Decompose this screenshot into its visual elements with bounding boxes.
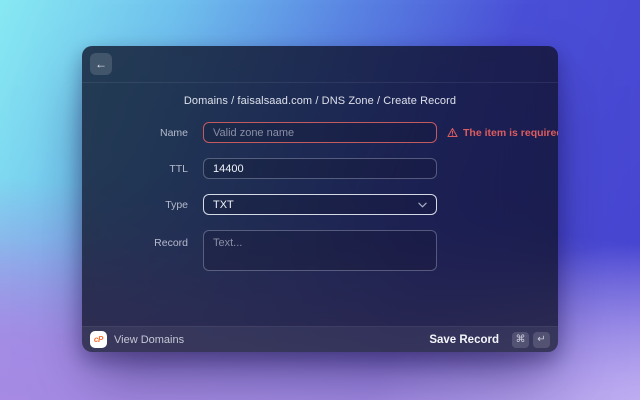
- type-field-row: Type TXT: [102, 194, 538, 215]
- record-field-label: Record: [154, 237, 188, 249]
- type-select-value: TXT: [213, 198, 234, 211]
- desktop-background: ← Domains / faisalsaad.com / DNS Zone / …: [0, 0, 640, 400]
- save-record-button[interactable]: Save Record: [429, 334, 499, 346]
- name-field-label: Name: [159, 126, 188, 139]
- ttl-field-label: TTL: [169, 162, 188, 175]
- create-record-dialog: ← Domains / faisalsaad.com / DNS Zone / …: [82, 46, 558, 352]
- dialog-footer: cP View Domains Save Record ⌘ ↵: [82, 326, 558, 352]
- record-field-row: Record: [102, 230, 538, 271]
- view-domains-button[interactable]: cP View Domains: [90, 331, 184, 348]
- name-input[interactable]: [203, 122, 437, 143]
- back-button[interactable]: ←: [90, 53, 112, 75]
- chevron-down-icon: [418, 202, 427, 208]
- cpanel-logo-icon: cP: [90, 331, 107, 348]
- error-text: The item is required: [463, 126, 558, 139]
- ttl-field-row: TTL: [102, 158, 538, 179]
- type-select[interactable]: TXT: [203, 194, 437, 215]
- back-arrow-icon: ←: [95, 57, 107, 71]
- ttl-input[interactable]: [203, 158, 437, 179]
- type-field-label: Type: [165, 198, 188, 211]
- name-field-error: The item is required: [447, 127, 558, 139]
- dialog-body: Domains / faisalsaad.com / DNS Zone / Cr…: [82, 83, 558, 326]
- view-domains-label: View Domains: [114, 333, 185, 346]
- breadcrumb: Domains / faisalsaad.com / DNS Zone / Cr…: [183, 95, 457, 107]
- enter-key-badge: ↵: [533, 331, 550, 348]
- command-key-badge: ⌘: [512, 331, 529, 348]
- name-field-row: Name The item is required: [102, 122, 558, 143]
- dialog-header: ←: [82, 46, 558, 83]
- warning-icon: [447, 127, 458, 138]
- record-textarea[interactable]: [203, 230, 437, 271]
